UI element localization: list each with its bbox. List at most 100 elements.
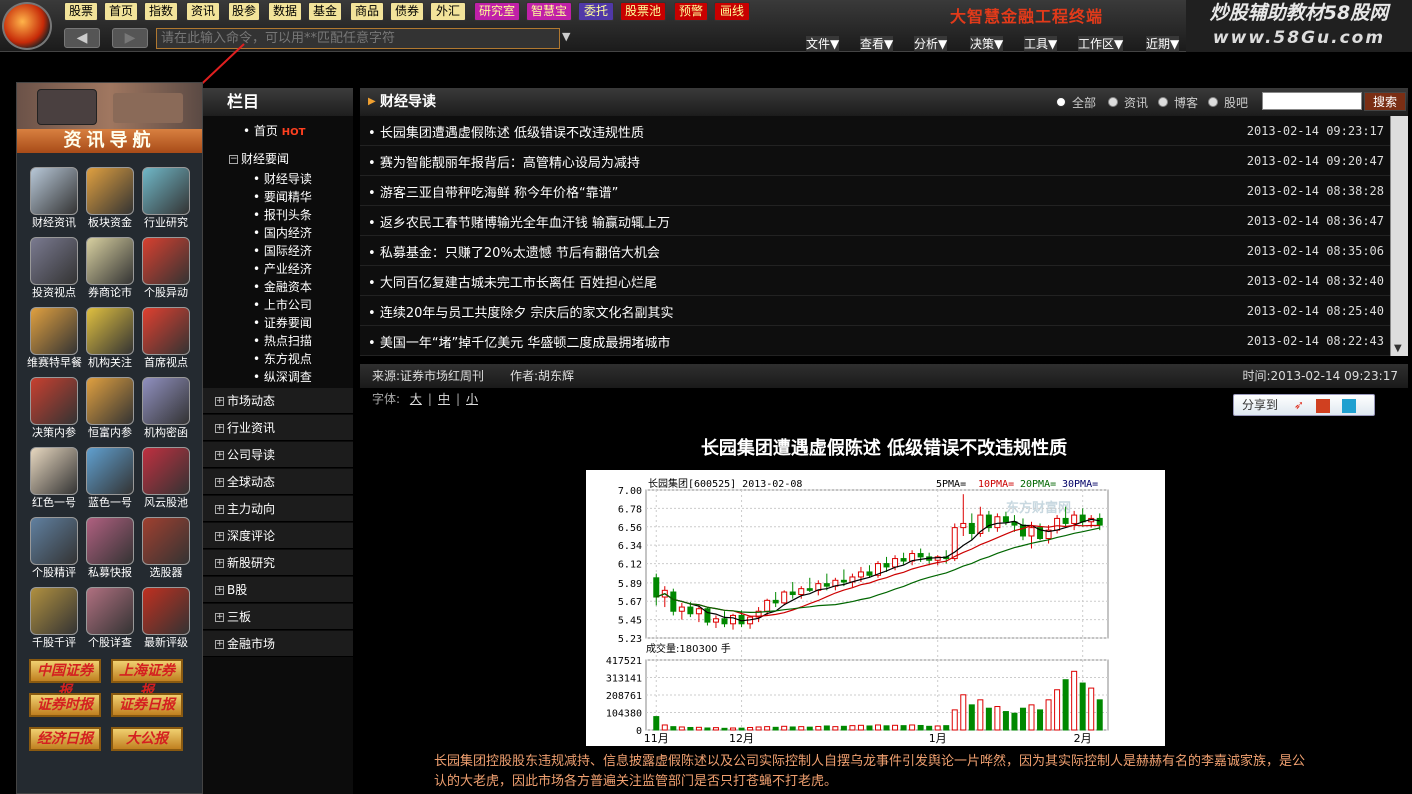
renren-icon[interactable] <box>1315 398 1330 413</box>
filter-radio-news[interactable] <box>1108 97 1118 107</box>
column-subitem-10[interactable]: • 东方视点 <box>203 350 353 368</box>
nav-icon-11[interactable]: 机构密函 <box>139 377 193 445</box>
tool-button-news[interactable]: 资讯 <box>186 2 220 21</box>
font-size-small[interactable]: 小 <box>466 392 478 406</box>
news-title[interactable]: • 返乡农民工春节赌博输光全年血汗钱 输赢动辄上万 <box>368 212 670 231</box>
newspaper-button-2[interactable]: 证券时报 <box>29 693 101 717</box>
column-subitem-2[interactable]: • 报刊头条 <box>203 206 353 224</box>
search-input[interactable] <box>1262 92 1362 110</box>
nav-icon-5[interactable]: 个股异动 <box>139 237 193 305</box>
newspaper-button-4[interactable]: 经济日报 <box>29 727 101 751</box>
column-section-9[interactable]: + 金融市场 <box>203 631 353 657</box>
scroll-down-icon[interactable]: ▼ <box>1394 343 1402 354</box>
back-button[interactable]: ◀ <box>64 28 100 48</box>
menu-workspace[interactable]: 工作区▼ <box>1078 36 1124 52</box>
filter-radio-all[interactable] <box>1056 97 1066 107</box>
nav-icon-10[interactable]: 恒富内参 <box>83 377 137 445</box>
column-section-2[interactable]: + 公司导读 <box>203 442 353 468</box>
nav-icon-13[interactable]: 蓝色一号 <box>83 447 137 515</box>
nav-icon-7[interactable]: 机构关注 <box>83 307 137 375</box>
news-title[interactable]: • 大同百亿复建古城未完工市长离任 百姓担心烂尾 <box>368 272 657 291</box>
column-section-4[interactable]: + 主力动向 <box>203 496 353 522</box>
nav-icon-3[interactable]: 投资视点 <box>27 237 81 305</box>
column-subitem-4[interactable]: • 国际经济 <box>203 242 353 260</box>
nav-icon-16[interactable]: 私募快报 <box>83 517 137 585</box>
newspaper-button-3[interactable]: 证券日报 <box>111 693 183 717</box>
column-subitem-7[interactable]: • 上市公司 <box>203 296 353 314</box>
search-button[interactable]: 搜索 <box>1364 92 1406 111</box>
nav-icon-9[interactable]: 决策内参 <box>27 377 81 445</box>
column-subitem-0[interactable]: • 财经导读 <box>203 170 353 188</box>
tool-button-alert[interactable]: 预警 <box>674 2 708 21</box>
tool-button-stock-pool[interactable]: 股票池 <box>620 2 666 21</box>
tool-button-index[interactable]: 指数 <box>144 2 178 21</box>
tool-button-home[interactable]: 首页 <box>104 2 138 21</box>
newspaper-button-1[interactable]: 上海证券报 <box>111 659 183 699</box>
column-item-home[interactable]: • 首页 HOT <box>203 122 353 140</box>
news-scrollbar[interactable]: ▼ <box>1390 116 1408 356</box>
nav-icon-18[interactable]: 千股千评 <box>27 587 81 655</box>
nav-icon-12[interactable]: 红色一号 <box>27 447 81 515</box>
font-size-large[interactable]: 大 <box>410 392 422 406</box>
menu-decision[interactable]: 决策▼ <box>970 36 1004 52</box>
expand-icon[interactable]: + <box>215 397 224 406</box>
tool-button-commodity[interactable]: 商品 <box>350 2 384 21</box>
menu-recent[interactable]: 近期▼ <box>1146 36 1180 52</box>
menu-view[interactable]: 查看▼ <box>860 36 894 52</box>
expand-icon[interactable]: + <box>215 424 224 433</box>
column-section-7[interactable]: + B股 <box>203 577 353 603</box>
column-section-0[interactable]: + 市场动态 <box>203 388 353 414</box>
expand-icon[interactable]: + <box>215 451 224 460</box>
nav-icon-17[interactable]: 选股器 <box>139 517 193 585</box>
nav-icon-0[interactable]: 财经资讯 <box>27 167 81 235</box>
tool-button-bond[interactable]: 债券 <box>390 2 424 21</box>
qq-icon[interactable] <box>1341 398 1356 413</box>
nav-icon-15[interactable]: 个股精评 <box>27 517 81 585</box>
tool-button-forex[interactable]: 外汇 <box>430 2 466 21</box>
nav-icon-6[interactable]: 维赛特早餐 <box>27 307 82 375</box>
column-subitem-1[interactable]: • 要闻精华 <box>203 188 353 206</box>
column-section-3[interactable]: + 全球动态 <box>203 469 353 495</box>
news-title[interactable]: • 长园集团遭遇虚假陈述 低级错误不改违规性质 <box>368 122 644 141</box>
news-row[interactable]: • 连续20年与员工共度除夕 宗庆后的家文化名副其实 2013-02-14 08:… <box>360 296 1390 326</box>
news-title[interactable]: • 游客三亚自带秤吃海鲜 称今年价格“靠谱” <box>368 182 618 201</box>
expand-icon[interactable]: + <box>215 505 224 514</box>
column-section-5[interactable]: + 深度评论 <box>203 523 353 549</box>
column-subitem-6[interactable]: • 金融资本 <box>203 278 353 296</box>
tool-button-draw[interactable]: 画线 <box>714 2 750 21</box>
menu-analysis[interactable]: 分析▼ <box>914 36 948 52</box>
app-logo-icon[interactable] <box>2 2 52 50</box>
column-subitem-5[interactable]: • 产业经济 <box>203 260 353 278</box>
nav-icon-14[interactable]: 风云股池 <box>139 447 193 515</box>
share-button[interactable]: 分享到 ➶ <box>1233 394 1375 416</box>
expand-icon[interactable]: + <box>215 478 224 487</box>
font-size-medium[interactable]: 中 <box>438 392 450 406</box>
forward-button[interactable]: ▶ <box>112 28 148 48</box>
nav-icon-4[interactable]: 券商论市 <box>83 237 137 305</box>
news-row[interactable]: • 长园集团遭遇虚假陈述 低级错误不改违规性质 2013-02-14 09:23:… <box>360 116 1390 146</box>
newspaper-button-0[interactable]: 中国证券报 <box>29 659 101 699</box>
expand-icon[interactable]: + <box>215 613 224 622</box>
expand-icon[interactable]: + <box>215 559 224 568</box>
news-row[interactable]: • 大同百亿复建古城未完工市长离任 百姓担心烂尾 2013-02-14 08:32… <box>360 266 1390 296</box>
nav-icon-19[interactable]: 个股详查 <box>83 587 137 655</box>
nav-icon-8[interactable]: 首席视点 <box>139 307 193 375</box>
news-title[interactable]: • 赛为智能靓丽年报背后：高管精心设局为减持 <box>368 152 640 171</box>
expand-icon[interactable]: + <box>215 532 224 541</box>
tool-button-reference[interactable]: 股参 <box>228 2 260 21</box>
news-row[interactable]: • 美国一年“堵”掉千亿美元 华盛顿二度成最拥堵城市 2013-02-14 08:… <box>360 326 1390 356</box>
column-section-1[interactable]: + 行业资讯 <box>203 415 353 441</box>
filter-radio-blog[interactable] <box>1158 97 1168 107</box>
column-section-finance[interactable]: − 财经要闻 <box>203 148 353 170</box>
tool-button-fund[interactable]: 基金 <box>308 2 342 21</box>
news-row[interactable]: • 游客三亚自带秤吃海鲜 称今年价格“靠谱” 2013-02-14 08:38:2… <box>360 176 1390 206</box>
menu-tools[interactable]: 工具▼ <box>1024 36 1058 52</box>
column-subitem-9[interactable]: • 热点扫描 <box>203 332 353 350</box>
expand-icon[interactable]: + <box>215 586 224 595</box>
column-section-8[interactable]: + 三板 <box>203 604 353 630</box>
column-subitem-3[interactable]: • 国内经济 <box>203 224 353 242</box>
chevron-down-icon[interactable]: ▼ <box>562 30 570 43</box>
news-row[interactable]: • 返乡农民工春节赌博输光全年血汗钱 输赢动辄上万 2013-02-14 08:3… <box>360 206 1390 236</box>
expand-icon[interactable]: + <box>215 640 224 649</box>
news-row[interactable]: • 赛为智能靓丽年报背后：高管精心设局为减持 2013-02-14 09:20:4… <box>360 146 1390 176</box>
